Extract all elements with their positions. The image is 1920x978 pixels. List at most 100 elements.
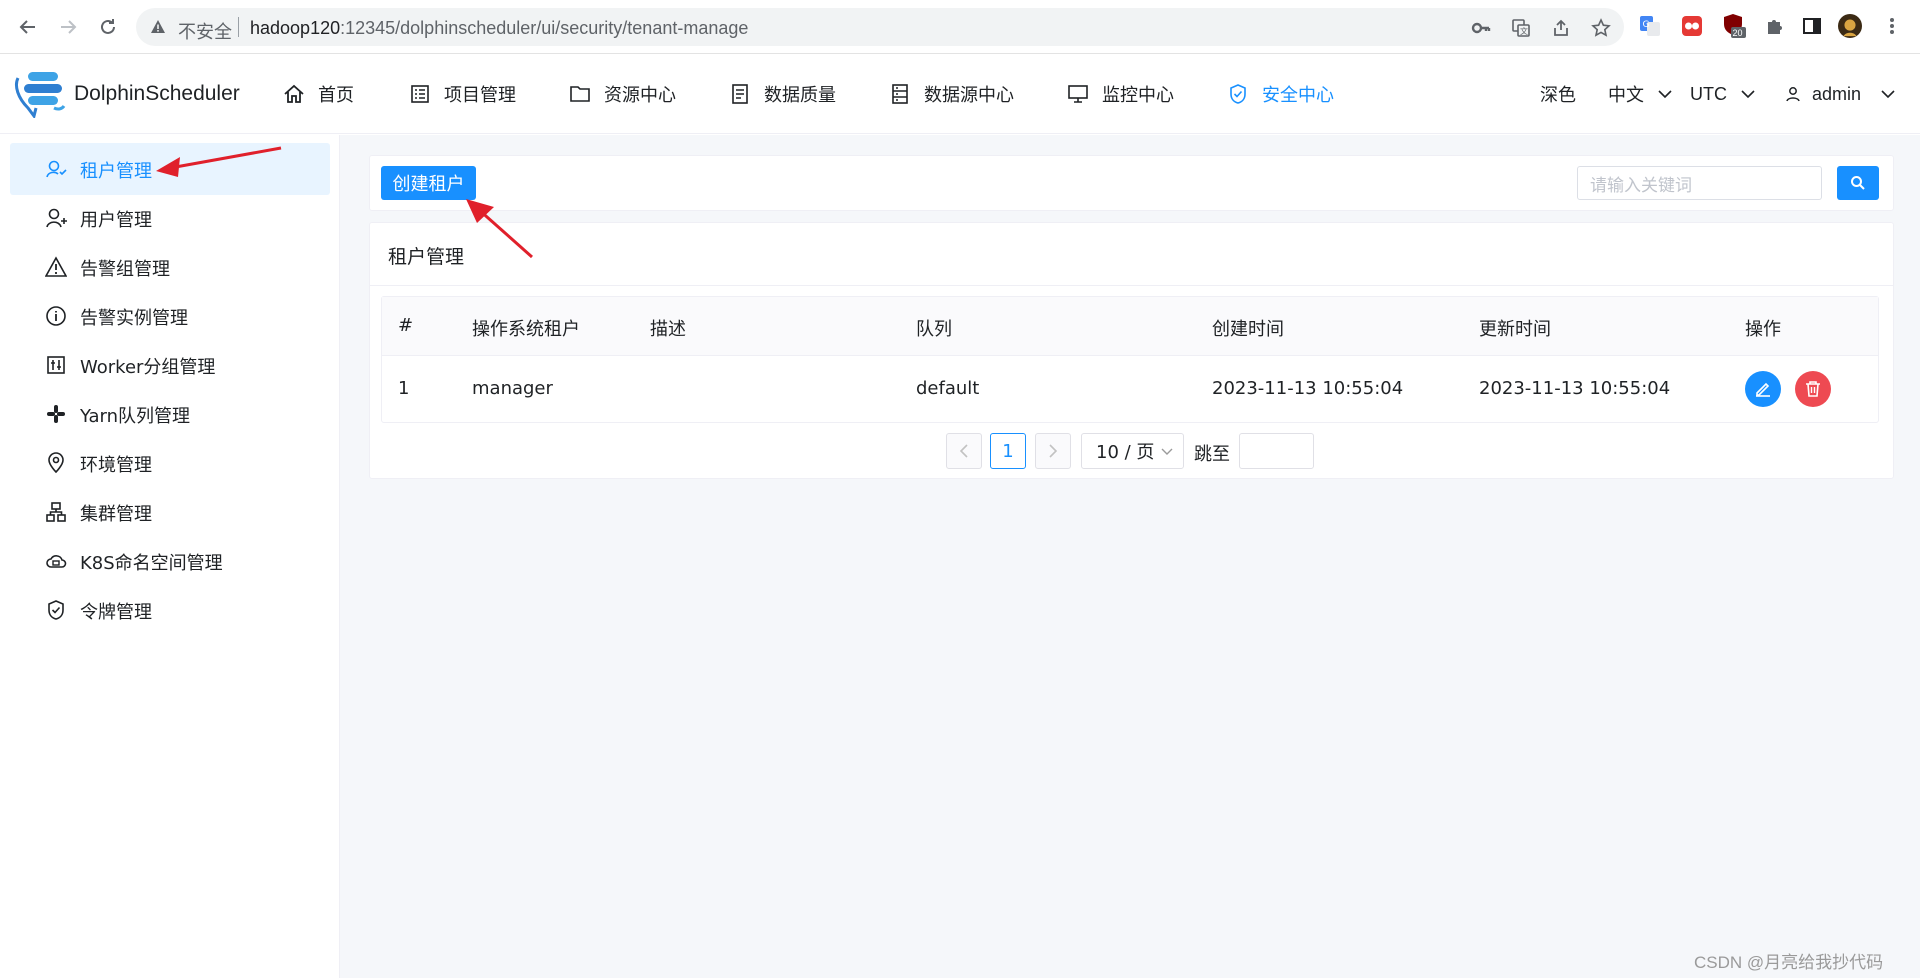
sidebar-item-label: 用户管理 (80, 210, 152, 231)
cell-tenant: manager (472, 378, 553, 399)
sidebar-item-cluster[interactable]: 集群管理 (10, 486, 330, 538)
sidebar: 租户管理 用户管理 告警组管理 告警实例管理 Worker分组管理 Yarn队列… (0, 135, 340, 978)
page-size-select[interactable]: 10 / 页 (1081, 433, 1184, 469)
url-text[interactable]: hadoop120:12345/dolphinscheduler/ui/secu… (250, 18, 748, 39)
sidebar-item-yarn-queue[interactable]: Yarn队列管理 (10, 388, 330, 440)
menu-project[interactable]: 项目管理 (408, 80, 516, 108)
timezone-dropdown[interactable]: UTC (1690, 80, 1755, 108)
user-name: admin (1812, 83, 1862, 104)
sidebar-item-label: 告警组管理 (80, 259, 170, 280)
jump-page-input[interactable] (1239, 433, 1314, 469)
menu-home[interactable]: 首页 (282, 80, 354, 108)
cell-index: 1 (398, 378, 410, 399)
sidebar-item-label: 租户管理 (80, 161, 152, 182)
extension-badge: 20 (1733, 28, 1743, 38)
profile-avatar[interactable] (1838, 14, 1862, 38)
chrome-menu-icon[interactable] (1880, 14, 1904, 38)
back-button[interactable] (16, 15, 40, 39)
sidebar-item-worker-group[interactable]: Worker分组管理 (10, 339, 330, 391)
cluster-icon (44, 500, 68, 524)
folder-icon (568, 82, 592, 106)
menu-resource[interactable]: 资源中心 (568, 80, 676, 108)
reload-button[interactable] (96, 15, 120, 39)
card-title: 租户管理 (388, 246, 465, 268)
ublock-ext-icon[interactable]: 20 (1722, 14, 1746, 38)
cell-updated: 2023-11-13 10:55:04 (1479, 378, 1671, 399)
column-header-updated: 更新时间 (1479, 319, 1551, 340)
user-dropdown[interactable]: admin (1786, 80, 1895, 108)
theme-toggle[interactable]: 深色 (1540, 80, 1576, 108)
page-button-current[interactable]: 1 (990, 433, 1026, 469)
url-path: :12345/dolphinscheduler/ui/security/tena… (340, 18, 749, 38)
side-panel-icon[interactable] (1800, 14, 1824, 38)
language-label: 中文 (1608, 85, 1644, 106)
bookmark-star-icon[interactable] (1591, 18, 1611, 38)
shield-icon (1226, 82, 1250, 106)
puzzle-extensions-icon[interactable] (1762, 14, 1786, 38)
tenant-icon (44, 157, 68, 181)
worker-icon (44, 353, 68, 377)
sidebar-item-label: 环境管理 (80, 455, 152, 476)
search-input[interactable]: 请输入关键词 (1577, 166, 1822, 200)
record-ext-icon[interactable] (1680, 14, 1704, 38)
data-quality-icon (728, 82, 752, 106)
chevron-down-icon (1161, 448, 1173, 456)
edit-button[interactable] (1745, 371, 1781, 407)
cell-created: 2023-11-13 10:55:04 (1212, 378, 1404, 399)
menu-data-quality[interactable]: 数据质量 (728, 80, 836, 108)
chevron-down-icon (1881, 89, 1895, 99)
column-header-queue: 队列 (916, 319, 952, 340)
app-logo-text[interactable]: DolphinScheduler (74, 82, 240, 106)
chevron-down-icon (1658, 89, 1672, 99)
token-icon (44, 598, 68, 622)
google-translate-ext-icon[interactable]: G (1638, 14, 1662, 38)
sidebar-item-alert-group[interactable]: 告警组管理 (10, 241, 330, 293)
key-icon[interactable] (1471, 18, 1491, 38)
chevron-down-icon (1741, 89, 1755, 99)
user-icon (1786, 86, 1800, 102)
language-dropdown[interactable]: 中文 (1608, 80, 1672, 108)
sidebar-item-label: K8S命名空间管理 (80, 553, 223, 574)
sidebar-item-label: 告警实例管理 (80, 308, 188, 329)
menu-security-label: 安全中心 (1262, 85, 1334, 106)
url-host: hadoop120 (250, 18, 341, 38)
warning-triangle-icon (150, 19, 166, 35)
sidebar-item-alert-instance[interactable]: 告警实例管理 (10, 290, 330, 342)
trash-icon (1806, 381, 1820, 397)
sidebar-item-token[interactable]: 令牌管理 (10, 584, 330, 636)
column-header-description: 描述 (650, 319, 686, 340)
translate-icon[interactable]: 文 (1511, 18, 1531, 38)
forward-arrow-icon (61, 20, 77, 34)
menu-datasource[interactable]: 数据源中心 (888, 80, 1014, 108)
cell-queue: default (916, 378, 980, 399)
slack-icon (44, 402, 68, 426)
sidebar-item-label: Worker分组管理 (80, 357, 216, 378)
sidebar-item-label: 令牌管理 (80, 602, 152, 623)
menu-security[interactable]: 安全中心 (1226, 80, 1334, 108)
table-header (382, 297, 1878, 356)
sidebar-item-user[interactable]: 用户管理 (10, 192, 330, 244)
next-page-button[interactable] (1035, 433, 1071, 469)
share-icon[interactable] (1551, 18, 1571, 38)
prev-page-button[interactable] (946, 433, 982, 469)
home-icon (282, 82, 306, 106)
dolphin-logo-icon[interactable] (14, 70, 70, 118)
menu-monitor-label: 监控中心 (1102, 85, 1174, 106)
forward-button[interactable] (56, 15, 80, 39)
sidebar-item-environment[interactable]: 环境管理 (10, 437, 330, 489)
column-header-actions: 操作 (1745, 319, 1781, 340)
menu-monitor[interactable]: 监控中心 (1066, 80, 1174, 108)
location-icon (44, 451, 68, 475)
sidebar-item-k8s-namespace[interactable]: K8S命名空间管理 (10, 535, 330, 587)
delete-button[interactable] (1795, 371, 1831, 407)
menu-project-label: 项目管理 (444, 85, 516, 106)
annotation-arrow-create (466, 199, 533, 259)
edit-icon (1756, 382, 1770, 397)
address-bar[interactable]: 不安全 hadoop120:12345/dolphinscheduler/ui/… (136, 8, 1624, 46)
watermark: CSDN @月亮给我抄代码 (1694, 953, 1884, 972)
warning-icon (44, 255, 68, 279)
chevron-right-icon (1049, 444, 1058, 458)
jump-label: 跳至 (1194, 444, 1230, 465)
search-button[interactable] (1837, 166, 1879, 200)
cloud-icon (44, 549, 68, 573)
